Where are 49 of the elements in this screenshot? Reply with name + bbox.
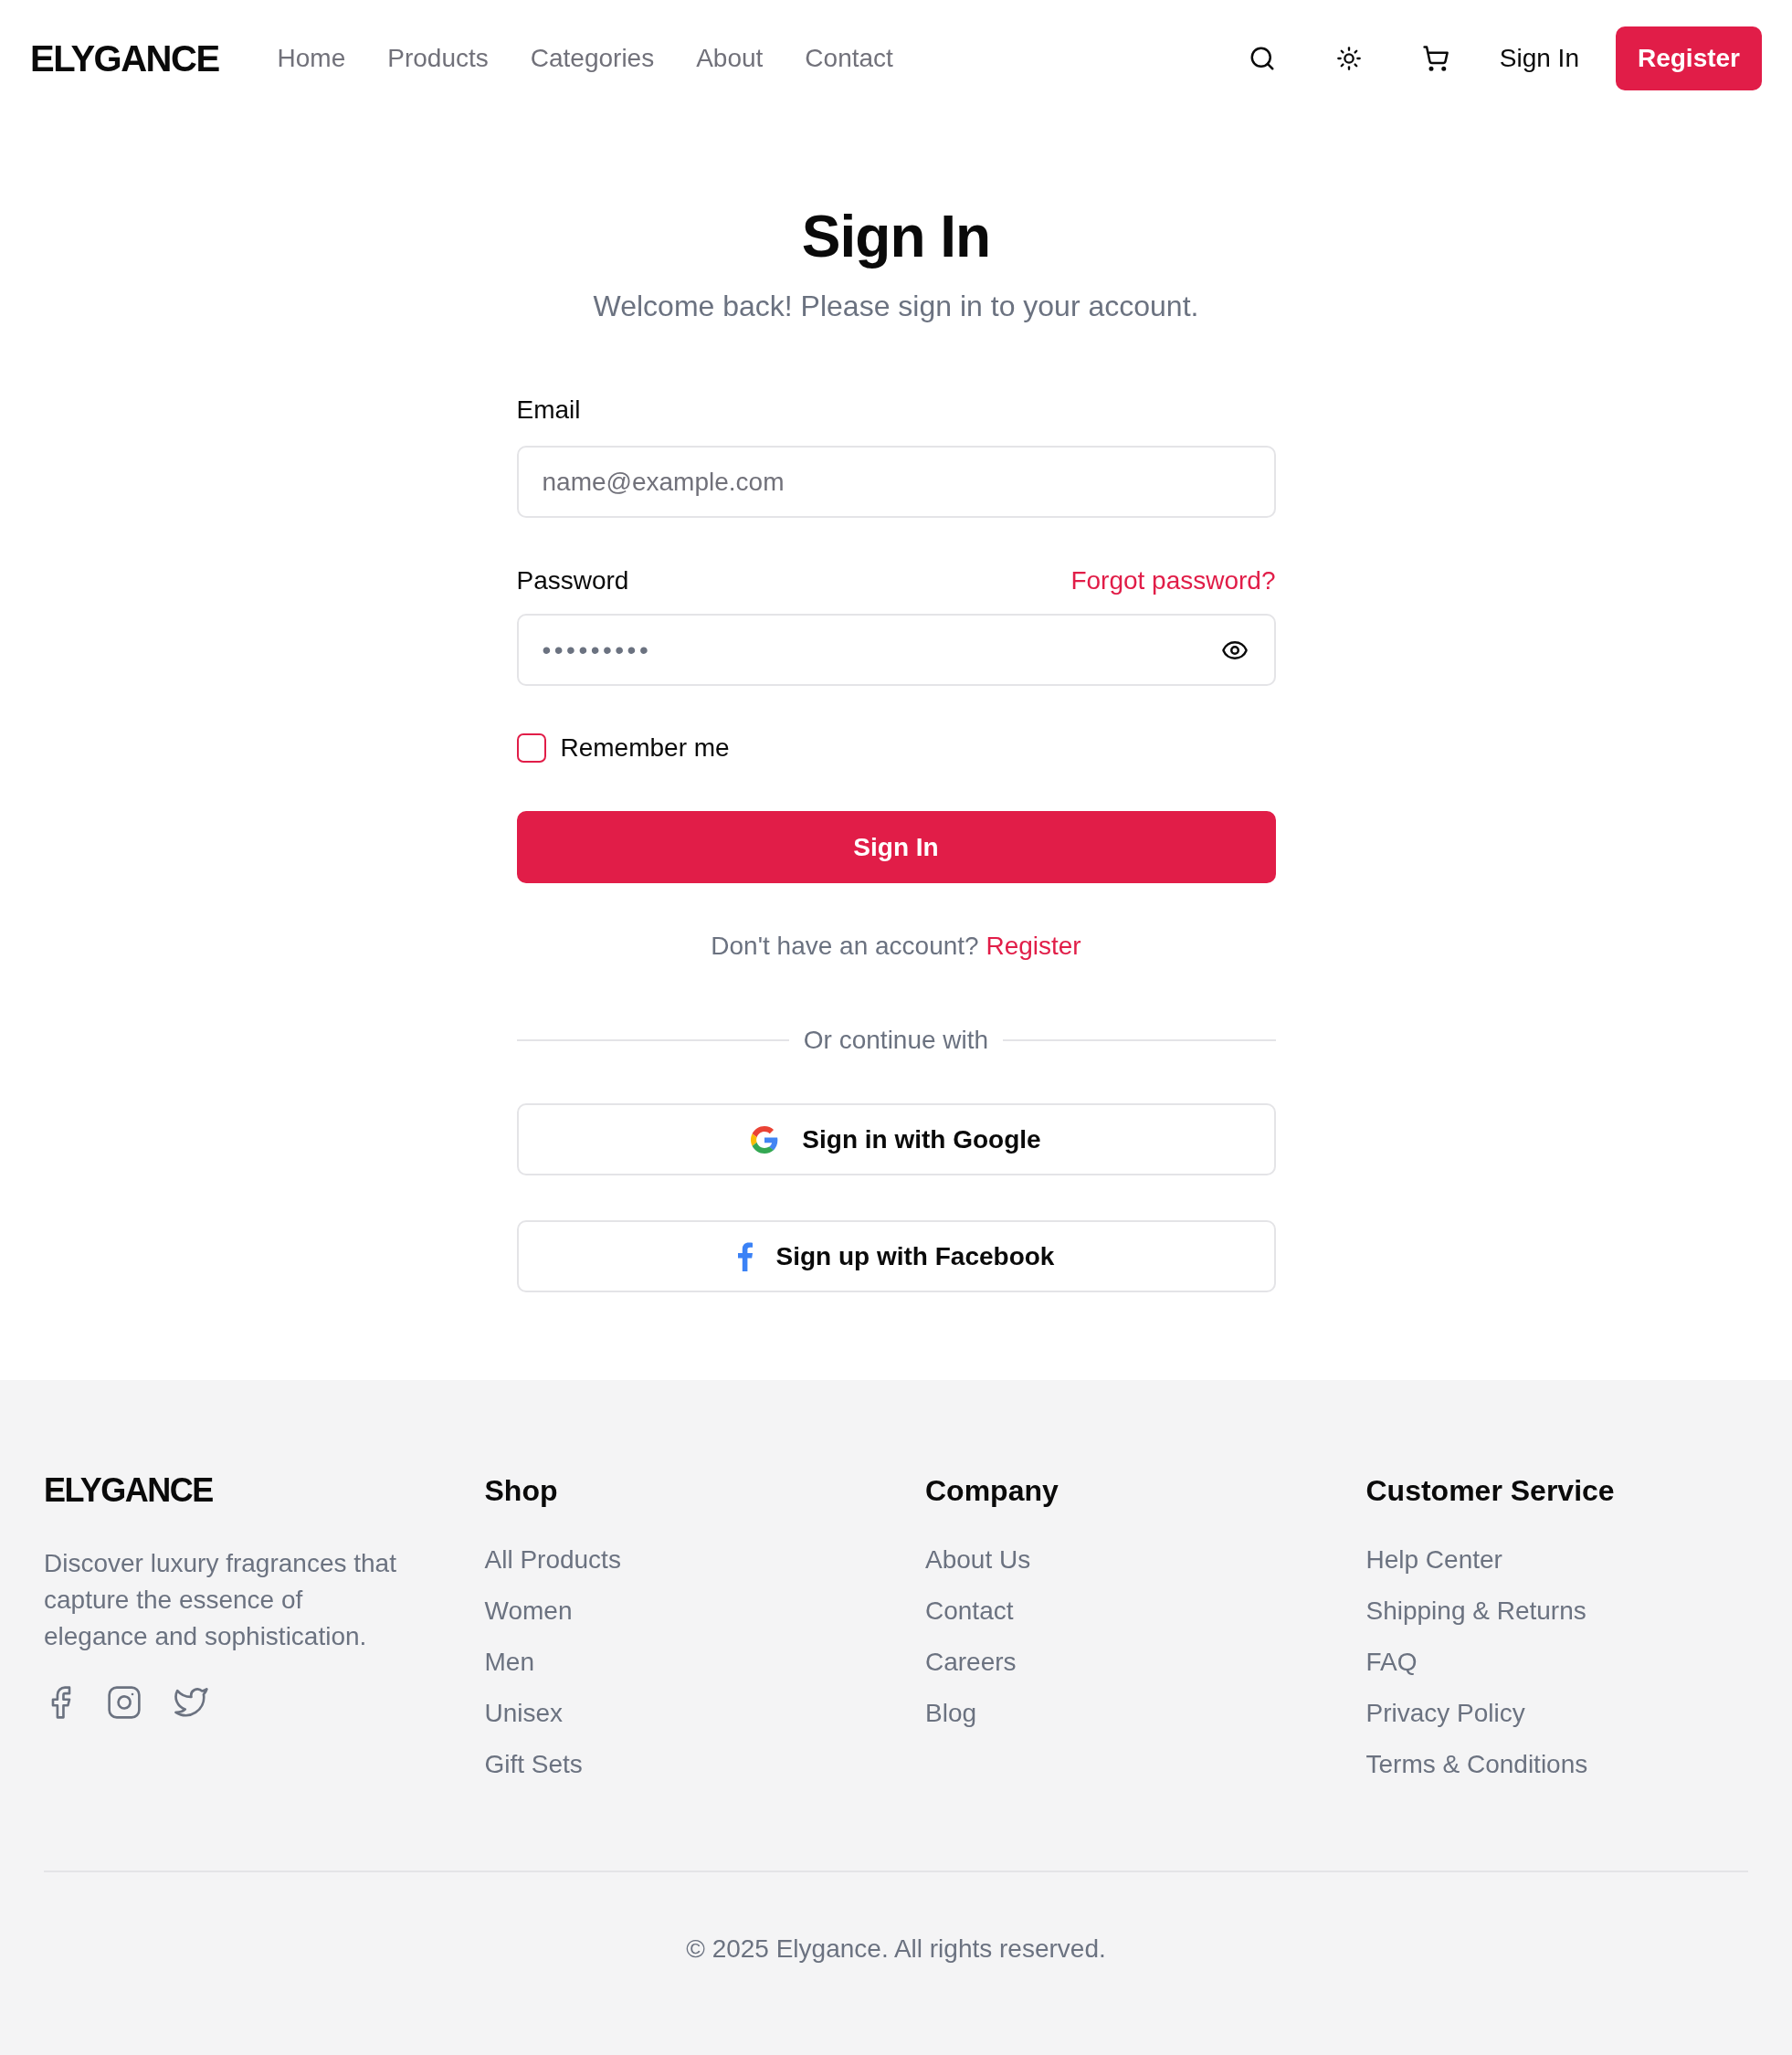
footer-link[interactable]: Terms & Conditions: [1365, 1746, 1588, 1783]
footer-description: Discover luxury fragrances that capture the essence of elegance and sophistication.: [44, 1548, 397, 1652]
nav-link[interactable]: Home: [277, 44, 346, 73]
footer-link[interactable]: Shipping & Returns: [1365, 1593, 1588, 1629]
nav-link[interactable]: About: [696, 44, 764, 73]
register-link[interactable]: Register: [986, 932, 1081, 960]
checkbox-label: Remember me: [560, 733, 730, 763]
footer-heading: Shop: [484, 1473, 558, 1509]
footer-link[interactable]: All Products: [484, 1542, 621, 1578]
sign-in-link[interactable]: Sign In: [1499, 44, 1579, 73]
page-subtitle: Welcome back! Please sign in to your account.: [593, 289, 1199, 324]
g-logo-icon: [751, 1125, 779, 1154]
nav-link[interactable]: Products: [387, 44, 489, 73]
camera-icon[interactable]: [108, 1686, 141, 1719]
page-title: Sign In: [801, 203, 991, 271]
sun-icon[interactable]: [1336, 46, 1363, 71]
copyright-text: © 2025 Elygance. All rights reserved.: [685, 1934, 1107, 1965]
nav-link[interactable]: Categories: [530, 44, 655, 73]
social-sign-in-button[interactable]: Sign up with Facebook: [516, 1220, 1276, 1292]
footer-link[interactable]: About Us: [925, 1542, 1031, 1578]
footer-link[interactable]: Blog: [925, 1695, 1031, 1732]
footer-link[interactable]: FAQ: [1365, 1644, 1588, 1681]
sign-in-button[interactable]: Sign In: [516, 811, 1276, 883]
password-field[interactable]: •••••••••: [516, 614, 1276, 686]
social-sign-in-button[interactable]: Sign in with Google: [516, 1103, 1276, 1175]
nav-link[interactable]: Contact: [805, 44, 893, 73]
email-field[interactable]: name@example.com: [516, 446, 1276, 518]
f-logo-icon: [737, 1241, 753, 1271]
footer-link[interactable]: Help Center: [1365, 1542, 1588, 1578]
footer-link[interactable]: Careers: [925, 1644, 1031, 1681]
footer-link[interactable]: Gift Sets: [484, 1746, 621, 1783]
footer-link[interactable]: Men: [484, 1644, 621, 1681]
field-label: Email: [516, 395, 581, 425]
footer-link[interactable]: Women: [484, 1593, 621, 1629]
cart-icon[interactable]: [1422, 45, 1450, 72]
checkbox[interactable]: [516, 733, 546, 763]
footer-heading: Company: [925, 1473, 1059, 1509]
register-button[interactable]: Register: [1615, 26, 1762, 90]
divider-label: Or continue with: [803, 1026, 989, 1055]
footer-link[interactable]: Privacy Policy: [1365, 1695, 1588, 1732]
signup-prompt: Don't have an account? Register: [710, 931, 1082, 962]
footer-link[interactable]: Unisex: [484, 1695, 621, 1732]
forgot-password-link[interactable]: Forgot password?: [1070, 566, 1276, 595]
footer-logo: ELYGANCE: [44, 1470, 213, 1511]
brand-logo[interactable]: ELYGANCE: [30, 37, 219, 79]
footer-heading: Customer Service: [1365, 1473, 1615, 1509]
footer-link[interactable]: Contact: [925, 1593, 1031, 1629]
field-label: Password: [516, 566, 629, 595]
bird-icon[interactable]: [174, 1686, 208, 1717]
